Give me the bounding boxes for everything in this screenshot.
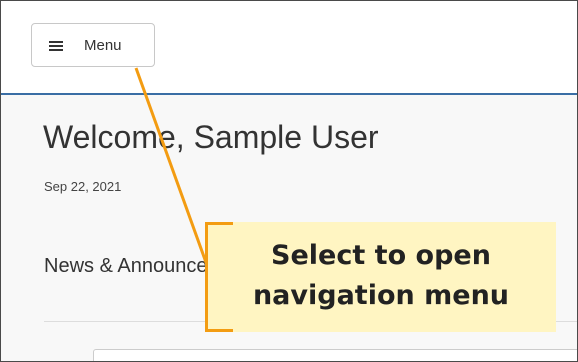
callout-text: Select to open navigation menu (206, 236, 556, 316)
menu-button-label: Menu (84, 37, 122, 54)
news-card (93, 349, 577, 361)
date-text: Sep 22, 2021 (44, 179, 122, 194)
callout-line-2: navigation menu (252, 280, 510, 311)
page-title: Welcome, Sample User (43, 119, 379, 155)
callout-line-1: Select to open (271, 240, 491, 271)
top-bar: Menu (1, 1, 577, 95)
hamburger-icon (49, 41, 63, 51)
menu-button[interactable]: Menu (31, 23, 155, 67)
